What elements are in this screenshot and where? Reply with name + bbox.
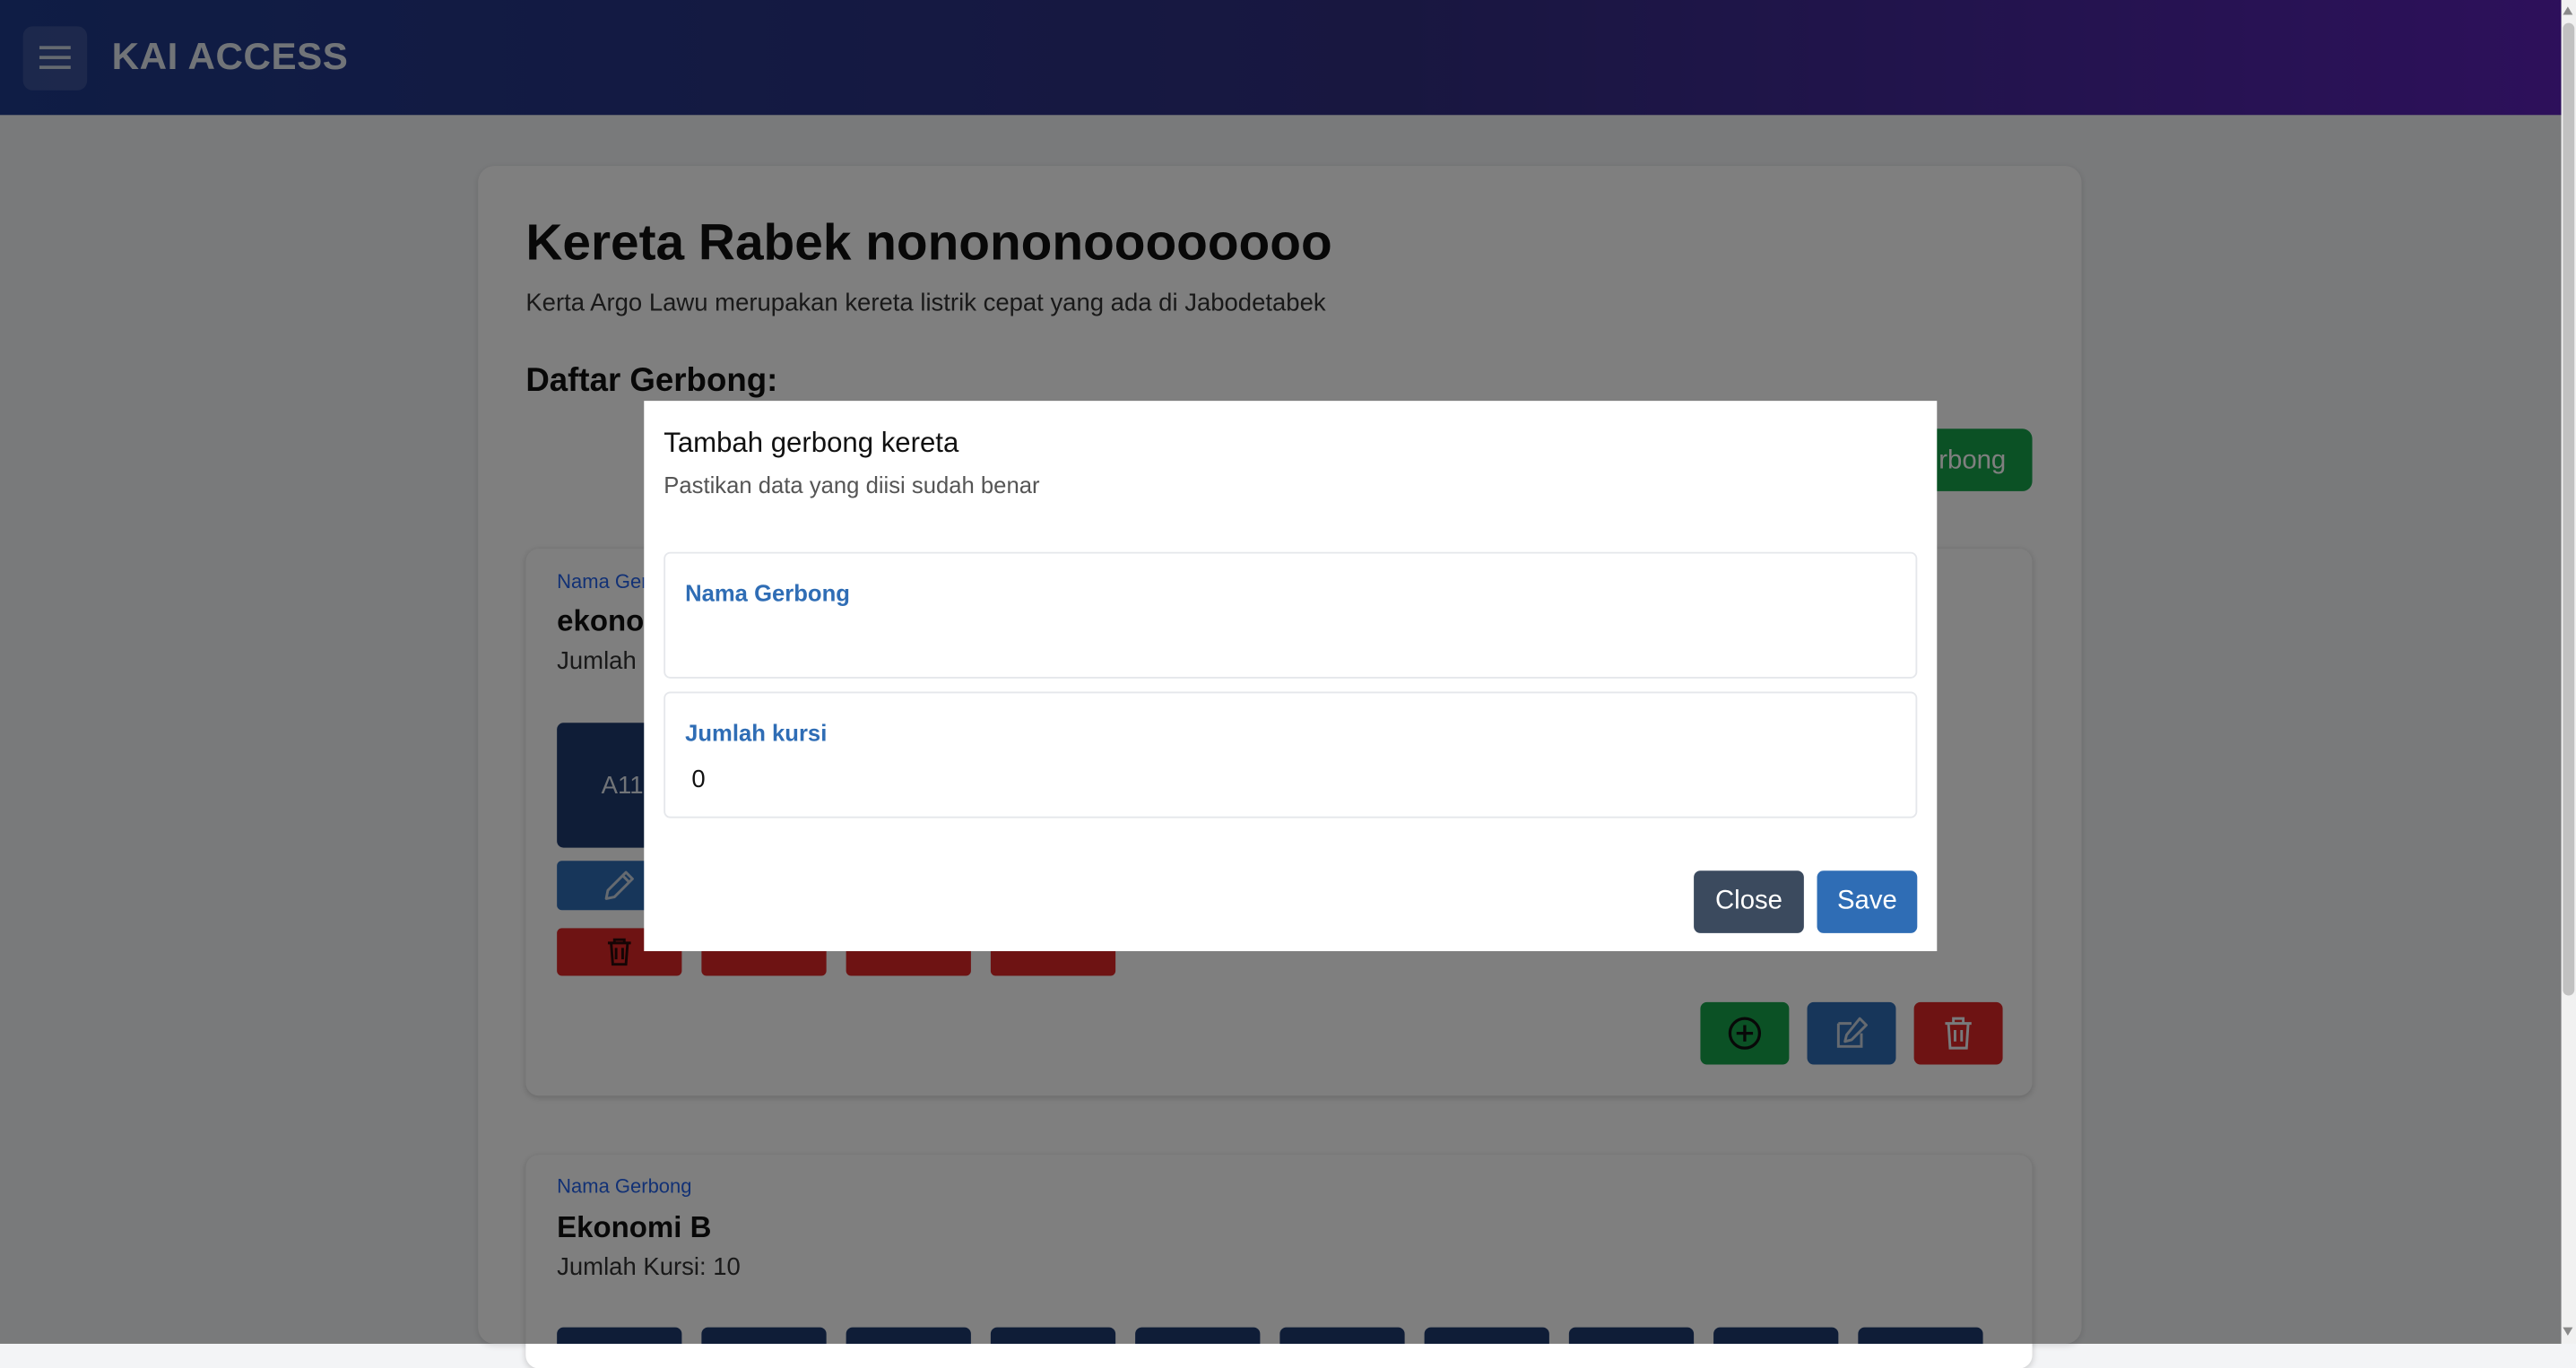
scrollbar-thumb[interactable] [2563, 22, 2575, 996]
scrollbar[interactable] [2561, 0, 2576, 1344]
modal-title: Tambah gerbong kereta [664, 427, 959, 459]
scroll-up-arrow[interactable] [2563, 6, 2573, 15]
modal-subtitle: Pastikan data yang diisi sudah benar [664, 471, 1040, 498]
nama-gerbong-label: Nama Gerbong [685, 579, 850, 607]
scroll-down-arrow[interactable] [2563, 1327, 2573, 1336]
jumlah-kursi-label: Jumlah kursi [685, 719, 828, 746]
close-button[interactable]: Close [1694, 870, 1804, 933]
add-gerbong-modal: Tambah gerbong kereta Pastikan data yang… [644, 401, 1938, 952]
jumlah-kursi-field[interactable]: Jumlah kursi [664, 691, 1918, 818]
nama-gerbong-field[interactable]: Nama Gerbong [664, 551, 1918, 679]
jumlah-kursi-input[interactable] [685, 758, 1910, 799]
save-button[interactable]: Save [1817, 870, 1918, 933]
nama-gerbong-input[interactable] [685, 619, 1910, 659]
